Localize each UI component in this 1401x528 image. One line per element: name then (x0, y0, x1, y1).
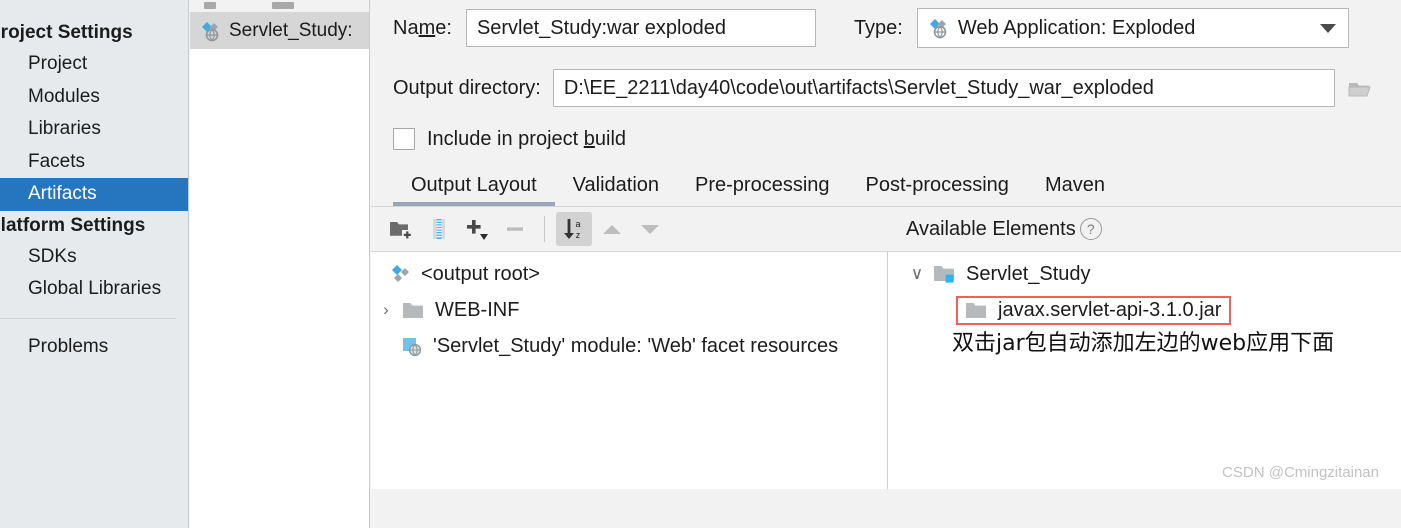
sidebar-group-label: Platform Settings (0, 214, 146, 236)
output-directory-label: Output directory: (393, 76, 541, 99)
sidebar-group-platform-settings: Platform Settings SDKs Global Libraries (0, 211, 188, 306)
include-in-build-label: Include in project build (427, 127, 627, 150)
minus-icon (502, 218, 528, 240)
output-layout-toolbar: a z Available Elements ? (371, 207, 1401, 252)
type-combobox[interactable]: Web Application: Exploded (916, 8, 1349, 48)
artifact-tabs: Output Layout Validation Pre-processing … (371, 162, 1401, 207)
folder-browse-icon (1346, 76, 1374, 100)
question-mark-icon[interactable]: ? (1079, 218, 1102, 240)
output-layout-tree[interactable]: <output root> › WEB-INF 'Servlet_Study' … (371, 252, 888, 489)
tab-validation[interactable]: Validation (555, 174, 677, 206)
csdn-watermark: CSDN @Cmingzitainan (1222, 464, 1379, 481)
remove-button[interactable] (497, 212, 533, 246)
artifact-editor: Name: Servlet_Study:war exploded Type: W… (371, 0, 1401, 528)
tab-output-layout[interactable]: Output Layout (393, 174, 555, 206)
type-label: Type: (853, 16, 903, 39)
tab-pre-processing[interactable]: Pre-processing (677, 174, 848, 206)
type-combobox-value: Web Application: Exploded (957, 16, 1196, 39)
sidebar-item-artifacts[interactable]: Artifacts (0, 178, 188, 211)
include-in-build-row[interactable]: Include in project build (371, 116, 1401, 162)
sidebar-item-facets[interactable]: Facets (0, 146, 188, 179)
output-layout-toolbar-buttons: a z (371, 212, 888, 246)
name-input-value: Servlet_Study:war exploded (476, 16, 726, 39)
arrow-down-icon (637, 219, 663, 239)
tree-node-label: Servlet_Study (966, 262, 1091, 285)
sidebar-item-global-libraries[interactable]: Global Libraries (0, 273, 188, 306)
tree-node-label: 'Servlet_Study' module: 'Web' facet reso… (433, 334, 839, 357)
tree-node-servlet-study-web-facet[interactable]: 'Servlet_Study' module: 'Web' facet reso… (371, 328, 887, 364)
tab-maven[interactable]: Maven (1027, 174, 1123, 206)
sidebar-divider (0, 317, 176, 319)
chevron-right-icon[interactable]: › (371, 300, 401, 320)
tree-node-servlet-study-module[interactable]: ∨ Servlet_Study (888, 256, 1401, 292)
sidebar-group-project-settings: Project Settings Project Modules Librari… (0, 18, 188, 211)
sidebar-item-libraries[interactable]: Libraries (0, 113, 188, 146)
folder-icon (401, 300, 427, 320)
settings-sidebar: Project Settings Project Modules Librari… (0, 0, 189, 528)
name-type-row: Name: Servlet_Study:war exploded Type: W… (371, 0, 1401, 56)
sidebar-item-project[interactable]: Project (0, 48, 188, 81)
artifact-remove-button[interactable] (272, 2, 294, 9)
chevron-down-icon[interactable] (1319, 23, 1336, 33)
sort-az-icon: a z (560, 216, 588, 242)
tree-node-label: javax.servlet-api-3.1.0.jar (998, 298, 1222, 321)
artifact-list-toolbar (190, 0, 369, 13)
artifact-output-root-icon (389, 263, 413, 285)
tree-node-javax-servlet-api-jar[interactable]: javax.servlet-api-3.1.0.jar (888, 292, 1401, 328)
sort-elements-button[interactable]: a z (556, 212, 592, 246)
tree-node-label: <output root> (421, 262, 540, 285)
layout-trees: <output root> › WEB-INF 'Servlet_Study' … (371, 252, 1401, 489)
tree-node-web-inf[interactable]: › WEB-INF (371, 292, 887, 328)
sidebar-group-label: Project Settings (0, 22, 133, 43)
folder-icon (964, 300, 990, 320)
web-facet-icon (401, 335, 425, 357)
available-elements-tree[interactable]: ∨ Servlet_Study javax.servlet-api-3.1.0.… (888, 252, 1401, 489)
sidebar-item-problems[interactable]: Problems (0, 331, 188, 364)
tab-post-processing[interactable]: Post-processing (848, 174, 1027, 206)
sidebar-item-sdks[interactable]: SDKs (0, 241, 188, 274)
name-label: Name: (393, 16, 452, 39)
sidebar-item-modules[interactable]: Modules (0, 81, 188, 114)
artifact-list-panel: Servlet_Study: (190, 0, 370, 528)
add-copy-of-button[interactable] (459, 212, 495, 246)
include-in-build-checkbox[interactable] (393, 128, 415, 150)
available-elements-label: Available Elements (906, 217, 1076, 240)
chevron-down-icon[interactable]: ∨ (902, 264, 932, 284)
create-archive-button[interactable] (421, 212, 457, 246)
move-down-button[interactable] (632, 212, 668, 246)
project-structure-dialog: Project Settings Project Modules Librari… (0, 0, 1401, 528)
output-directory-row: Output directory: D:\EE_2211\day40\code\… (371, 60, 1401, 116)
output-directory-input[interactable]: D:\EE_2211\day40\code\out\artifacts\Serv… (552, 69, 1335, 107)
module-folder-icon (932, 263, 958, 285)
create-directory-button[interactable] (383, 212, 419, 246)
artifact-add-button[interactable] (204, 2, 216, 9)
annotation-text: 双击jar包自动添加左边的web应用下面 (952, 331, 1335, 356)
web-application-exploded-icon (200, 20, 222, 42)
archive-zip-icon (427, 217, 451, 241)
artifact-list-item-servlet-study[interactable]: Servlet_Study: (190, 13, 369, 49)
move-up-button[interactable] (594, 212, 630, 246)
arrow-up-icon (599, 219, 625, 239)
svg-text:z: z (576, 230, 581, 240)
browse-folder-button[interactable] (1341, 69, 1379, 107)
artifact-list-item-label: Servlet_Study: (229, 20, 353, 41)
available-elements-header: Available Elements ? (888, 218, 1401, 241)
annotation-highlight-box: javax.servlet-api-3.1.0.jar (956, 295, 1232, 325)
svg-text:a: a (575, 219, 580, 229)
name-input[interactable]: Servlet_Study:war exploded (465, 9, 816, 47)
tree-node-output-root[interactable]: <output root> (371, 256, 887, 292)
toolbar-divider (544, 216, 545, 242)
new-folder-icon (388, 218, 414, 240)
plus-dropdown-icon (463, 216, 491, 242)
output-directory-value: D:\EE_2211\day40\code\out\artifacts\Serv… (563, 76, 1154, 99)
web-application-exploded-icon (928, 17, 950, 39)
sidebar-top-spacer (0, 0, 188, 18)
tree-node-label: WEB-INF (435, 298, 520, 321)
